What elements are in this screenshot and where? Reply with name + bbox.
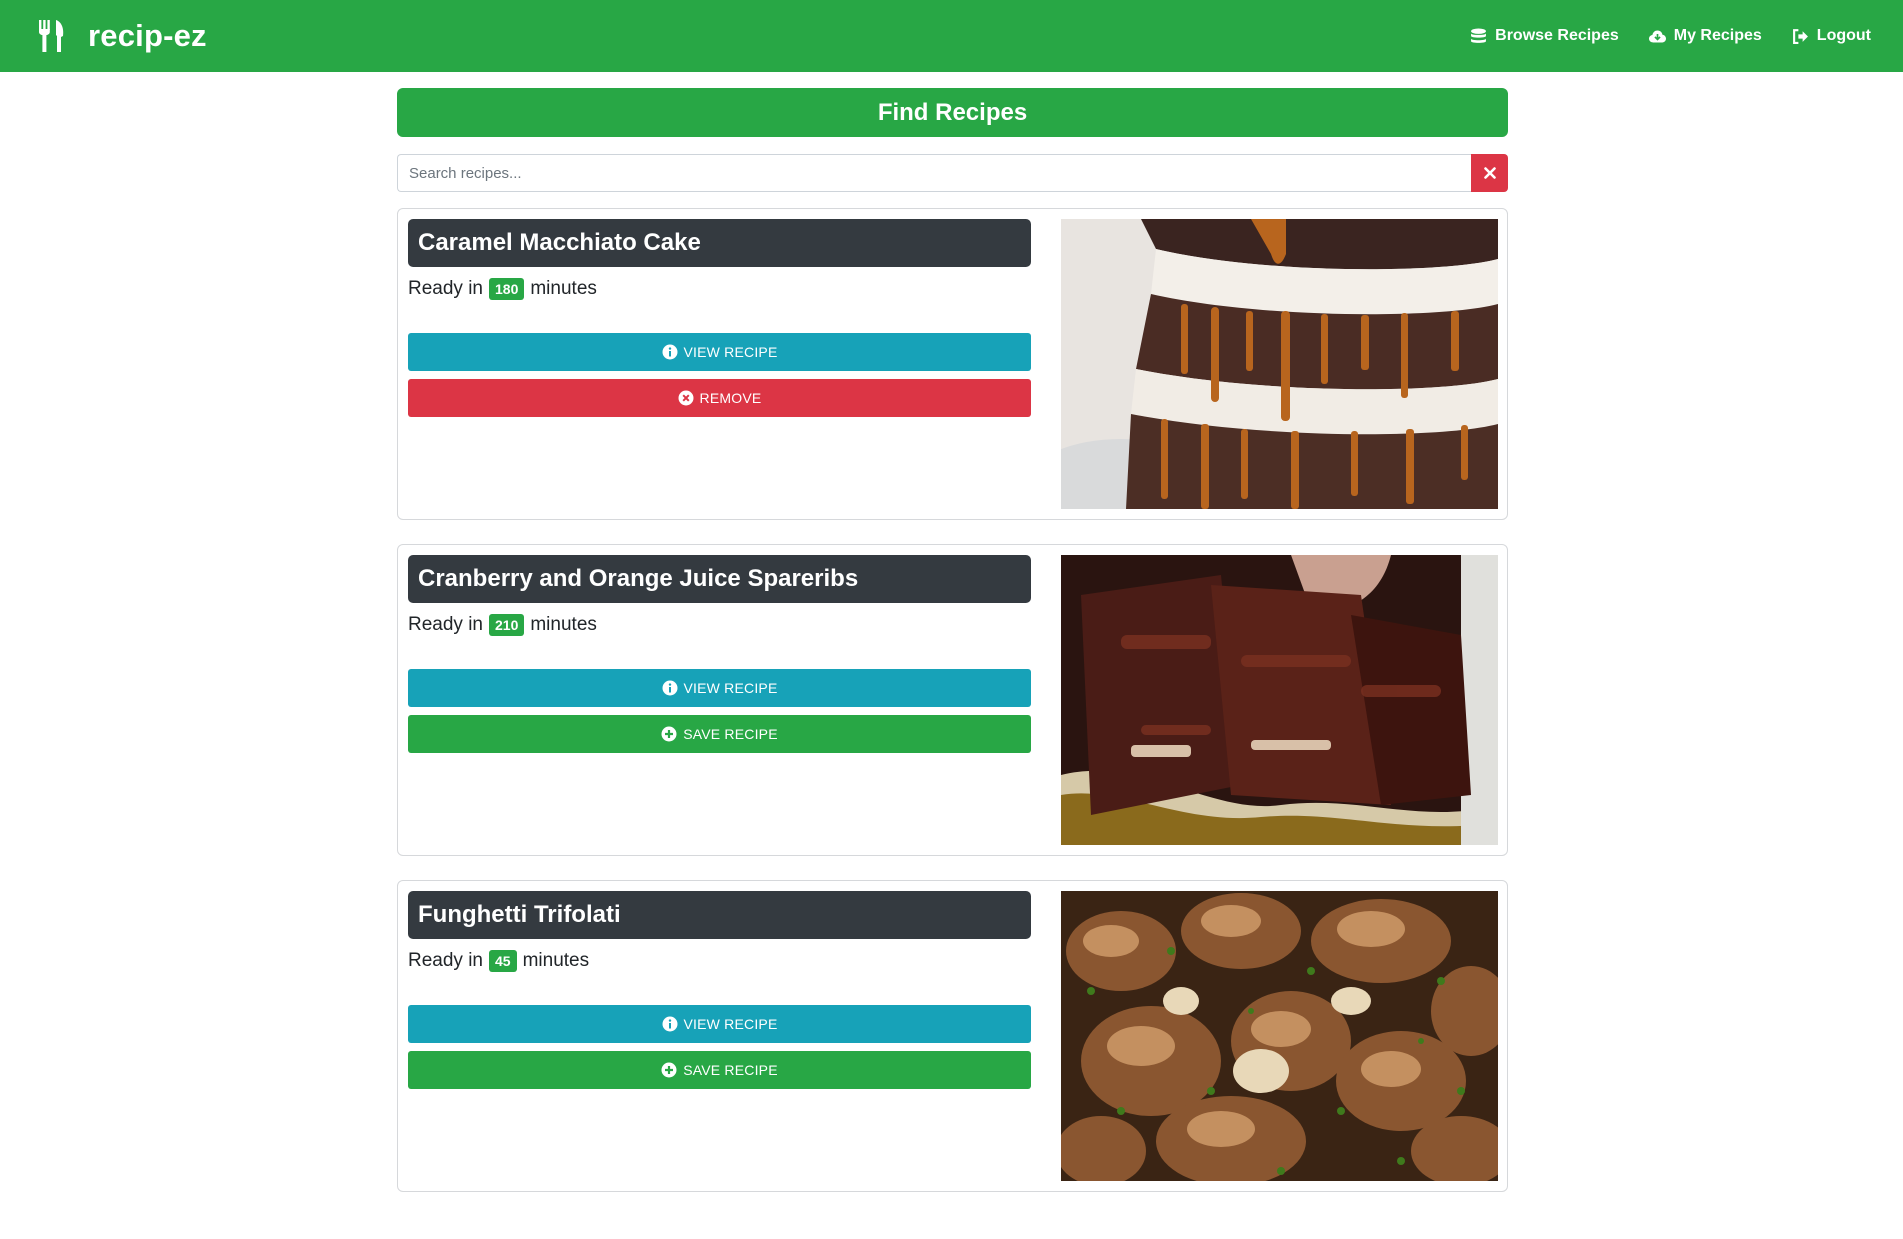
search-row	[397, 154, 1508, 192]
ready-prefix: Ready in	[408, 950, 483, 971]
mushrooms-photo	[1061, 891, 1498, 1181]
recipe-card: Caramel Macchiato Cake Ready in 180 minu…	[397, 208, 1508, 520]
brand-name: recip-ez	[88, 18, 207, 53]
recipe-image-caramel-cake	[1061, 219, 1498, 509]
ready-suffix: minutes	[530, 278, 597, 299]
nav-my-recipes-label: My Recipes	[1673, 27, 1762, 44]
recipe-card: Cranberry and Orange Juice Spareribs Rea…	[397, 544, 1508, 856]
ready-time: Ready in 180 minutes	[408, 278, 597, 300]
save-recipe-label: SAVE RECIPE	[683, 726, 778, 742]
view-recipe-button[interactable]: VIEW RECIPE	[408, 1005, 1031, 1043]
minutes-badge: 45	[489, 950, 517, 972]
minutes-badge: 210	[489, 614, 525, 636]
ready-suffix: minutes	[530, 614, 597, 635]
fork-knife-icon	[39, 20, 64, 52]
times-circle-icon	[678, 390, 694, 406]
cake-photo	[1061, 219, 1498, 509]
info-circle-icon	[662, 1016, 677, 1032]
info-circle-icon	[662, 344, 677, 360]
save-recipe-button[interactable]: SAVE RECIPE	[408, 1051, 1031, 1089]
close-icon	[1483, 167, 1496, 179]
ready-time: Ready in 210 minutes	[408, 614, 597, 636]
minutes-badge: 180	[489, 278, 525, 300]
nav-links: Browse Recipes My Recipes Logout	[1470, 0, 1871, 72]
recipe-image-spareribs	[1061, 555, 1498, 845]
remove-recipe-button[interactable]: REMOVE	[408, 379, 1031, 417]
nav-browse-recipes[interactable]: Browse Recipes	[1470, 27, 1619, 45]
clear-search-button[interactable]	[1471, 154, 1508, 192]
recipe-title: Cranberry and Orange Juice Spareribs	[408, 555, 1031, 603]
brand-link[interactable]: recip-ez	[38, 0, 207, 72]
recipe-image-mushrooms	[1061, 891, 1498, 1181]
plus-circle-icon	[661, 726, 677, 742]
plus-circle-icon	[661, 1062, 677, 1078]
nav-logout[interactable]: Logout	[1792, 27, 1871, 45]
search-input[interactable]	[397, 154, 1471, 192]
view-recipe-label: VIEW RECIPE	[683, 1016, 778, 1032]
main-content: Find Recipes Caramel Macchiato Cake Read…	[397, 88, 1508, 1192]
database-icon	[1471, 28, 1487, 43]
nav-browse-label: Browse Recipes	[1495, 27, 1619, 44]
recipe-card: Funghetti Trifolati Ready in 45 minutes …	[397, 880, 1508, 1192]
ready-prefix: Ready in	[408, 278, 483, 299]
info-circle-icon	[662, 680, 677, 696]
navbar: recip-ez Browse Recipes My Recipes Logou…	[0, 0, 1903, 72]
ready-time: Ready in 45 minutes	[408, 950, 589, 972]
sign-out-icon	[1792, 28, 1808, 44]
remove-recipe-label: REMOVE	[699, 390, 762, 406]
view-recipe-label: VIEW RECIPE	[683, 344, 778, 360]
nav-logout-label: Logout	[1816, 27, 1871, 44]
ready-prefix: Ready in	[408, 614, 483, 635]
save-recipe-label: SAVE RECIPE	[683, 1062, 778, 1078]
ready-suffix: minutes	[522, 950, 590, 971]
cloud-download-icon	[1648, 30, 1666, 42]
view-recipe-label: VIEW RECIPE	[683, 680, 778, 696]
find-recipes-header: Find Recipes	[397, 88, 1508, 137]
view-recipe-button[interactable]: VIEW RECIPE	[408, 669, 1031, 707]
recipe-title: Caramel Macchiato Cake	[408, 219, 1031, 267]
nav-my-recipes[interactable]: My Recipes	[1648, 27, 1762, 45]
save-recipe-button[interactable]: SAVE RECIPE	[408, 715, 1031, 753]
recipe-title: Funghetti Trifolati	[408, 891, 1031, 939]
spareribs-photo	[1061, 555, 1498, 845]
view-recipe-button[interactable]: VIEW RECIPE	[408, 333, 1031, 371]
